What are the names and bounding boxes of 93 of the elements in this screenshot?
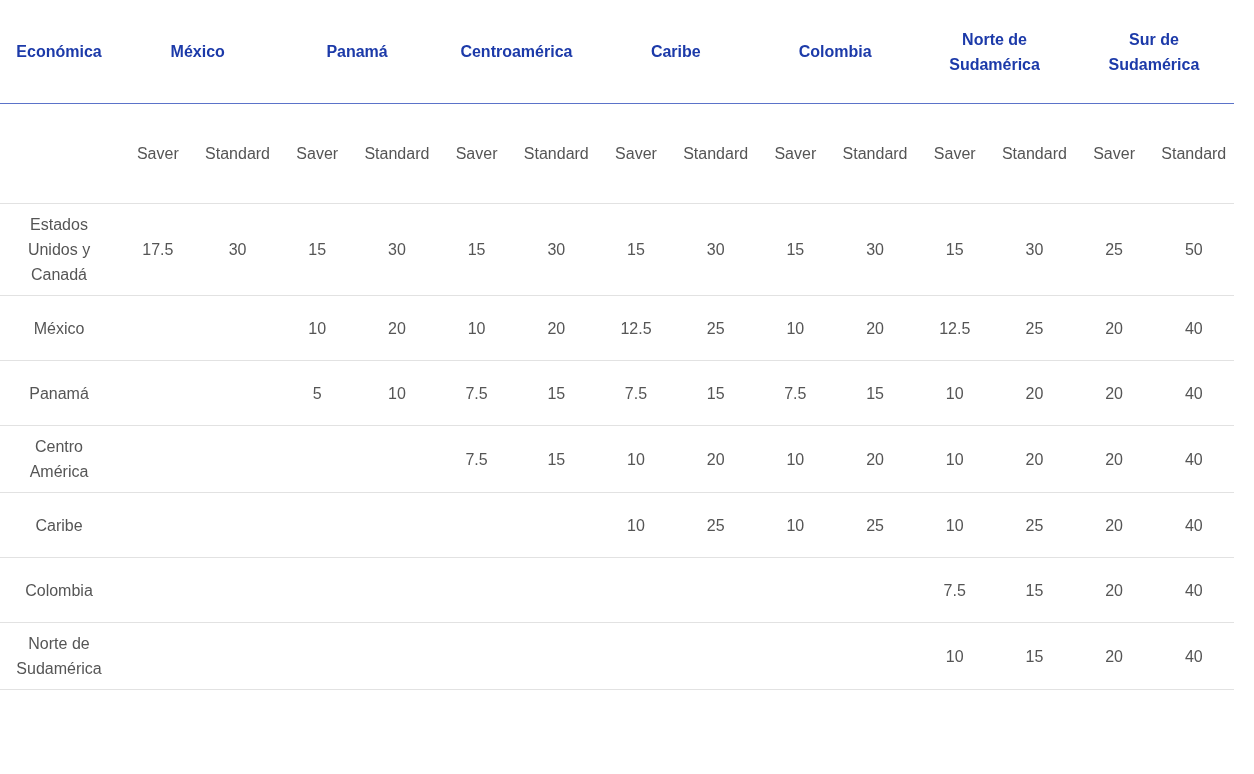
column-header: Panamá <box>277 0 437 104</box>
table-cell: 30 <box>675 204 756 296</box>
table-cell: 7.5 <box>755 361 836 426</box>
column-header: Standard <box>835 104 915 204</box>
table-cell: 15 <box>596 204 676 296</box>
table-cell: 7.5 <box>596 361 676 426</box>
table-cell: 10 <box>914 361 995 426</box>
table-cell: 40 <box>1153 361 1234 426</box>
column-header: Saver <box>436 104 517 204</box>
table-cell: 15 <box>516 361 597 426</box>
table-cell: 30 <box>516 204 597 296</box>
table-cell: 25 <box>835 493 915 558</box>
table-cell: 30 <box>994 204 1075 296</box>
table-cell: 20 <box>994 361 1075 426</box>
table-cell: 10 <box>277 296 358 361</box>
column-header: Norte de Sudamérica <box>914 0 1075 104</box>
row-header: Colombia <box>0 558 118 623</box>
table-cell: 20 <box>1074 493 1154 558</box>
column-header: Saver <box>118 104 198 204</box>
table-cell: 15 <box>277 204 358 296</box>
table-cell: 30 <box>197 204 278 296</box>
column-header: Standard <box>675 104 756 204</box>
table-cell: 40 <box>1153 426 1234 493</box>
column-header: Caribe <box>596 0 756 104</box>
table-cell: 15 <box>675 361 756 426</box>
column-header: Standard <box>197 104 278 204</box>
table-cell: 10 <box>914 493 995 558</box>
table-cell: 25 <box>1074 204 1154 296</box>
table-cell: 5 <box>277 361 358 426</box>
row-header: México <box>0 296 118 361</box>
table-cell: 20 <box>516 296 597 361</box>
table-cell: 10 <box>755 426 836 493</box>
table-cell: 15 <box>516 426 597 493</box>
table-cell: 15 <box>755 204 836 296</box>
table-cell: 40 <box>1153 296 1234 361</box>
table-cell: 20 <box>1074 361 1154 426</box>
column-header: Standard <box>994 104 1075 204</box>
table-cell: 10 <box>436 296 517 361</box>
column-header: Colombia <box>755 0 915 104</box>
table-cell: 12.5 <box>914 296 995 361</box>
row-header: Caribe <box>0 493 118 558</box>
table-cell: 25 <box>994 493 1075 558</box>
table-cell: 20 <box>1074 623 1154 690</box>
table-cell: 30 <box>357 204 437 296</box>
table-cell: 10 <box>914 426 995 493</box>
column-header: Saver <box>277 104 358 204</box>
row-header: Centro América <box>0 426 118 493</box>
column-header: Saver <box>596 104 676 204</box>
table-cell: 10 <box>357 361 437 426</box>
table-cell: 20 <box>994 426 1075 493</box>
table-cell: 20 <box>1074 296 1154 361</box>
table-cell: 17.5 <box>118 204 198 296</box>
table-cell: 15 <box>994 623 1075 690</box>
column-header: Standard <box>357 104 437 204</box>
table-cell: 15 <box>835 361 915 426</box>
table-cell: 40 <box>1153 558 1234 623</box>
table-cell: 10 <box>596 493 676 558</box>
row-header: Panamá <box>0 361 118 426</box>
table-cell: 20 <box>1074 558 1154 623</box>
table-cell: 30 <box>835 204 915 296</box>
column-header: Saver <box>914 104 995 204</box>
table-cell: 15 <box>436 204 517 296</box>
table-cell: 10 <box>596 426 676 493</box>
column-header: Saver <box>755 104 836 204</box>
table-cell: 20 <box>357 296 437 361</box>
table-cell: 25 <box>675 493 756 558</box>
table-cell: 40 <box>1153 623 1234 690</box>
column-header: México <box>118 0 278 104</box>
table-cell: 20 <box>1074 426 1154 493</box>
column-header: Standard <box>516 104 597 204</box>
column-header: Centroamérica <box>436 0 597 104</box>
table-cell: 50 <box>1153 204 1234 296</box>
table-cell: 7.5 <box>436 361 517 426</box>
table-cell: 15 <box>994 558 1075 623</box>
table-cell: 20 <box>675 426 756 493</box>
row-header: Norte de Sudamérica <box>0 623 118 690</box>
table-cell: 7.5 <box>436 426 517 493</box>
column-header: Standard <box>1153 104 1234 204</box>
table-cell: 20 <box>835 296 915 361</box>
column-header: Sur de Sudamérica <box>1074 0 1234 104</box>
table-cell: 15 <box>914 204 995 296</box>
table-cell: 25 <box>994 296 1075 361</box>
table-cell: 10 <box>914 623 995 690</box>
table-cell: 40 <box>1153 493 1234 558</box>
table-cell: 12.5 <box>596 296 676 361</box>
table-cell: 10 <box>755 296 836 361</box>
table-cell: 10 <box>755 493 836 558</box>
column-header: Saver <box>1074 104 1154 204</box>
column-header: Económica <box>0 0 118 104</box>
table-cell: 20 <box>835 426 915 493</box>
row-header: Estados Unidos y Canadá <box>0 204 118 296</box>
table-cell: 25 <box>675 296 756 361</box>
table-cell: 7.5 <box>914 558 995 623</box>
